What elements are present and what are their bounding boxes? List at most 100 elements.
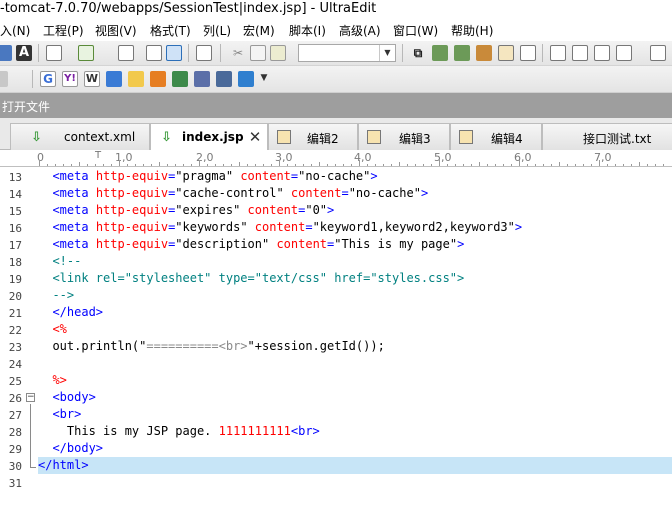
windows-icon[interactable]: [238, 71, 254, 87]
font-icon[interactable]: [0, 45, 12, 61]
replace-files-icon[interactable]: [520, 45, 536, 61]
list-icon[interactable]: [78, 45, 94, 61]
ruler-tick: [359, 160, 360, 166]
line-number: 14: [8, 188, 22, 201]
menu-column[interactable]: 列(L): [203, 22, 231, 39]
line-number: 31: [8, 477, 22, 490]
menu-project[interactable]: 工程(P): [43, 22, 84, 39]
line-number: 26: [8, 392, 22, 405]
ruler-tick: [311, 164, 312, 166]
align-right-icon[interactable]: [594, 45, 610, 61]
line-number: 13: [8, 171, 22, 184]
justify-icon[interactable]: [616, 45, 632, 61]
ruler-tick: [575, 164, 576, 166]
code-line: This is my JSP page. 1111111111<br>: [38, 424, 320, 438]
replace-icon[interactable]: [476, 45, 492, 61]
ruler-tick: [271, 164, 272, 166]
align-left-icon[interactable]: [550, 45, 566, 61]
menu-help[interactable]: 帮助(H): [451, 22, 493, 39]
ruler-tick: [615, 164, 616, 166]
ruler-tick: [55, 164, 56, 166]
ruler-tick: [191, 164, 192, 166]
css-icon[interactable]: [172, 71, 188, 87]
html-icon[interactable]: [150, 71, 166, 87]
fold-guide: [30, 404, 31, 468]
tab-label: 编辑2: [307, 132, 339, 146]
line-number: 30: [8, 460, 22, 473]
menu-script[interactable]: 脚本(I): [289, 22, 326, 39]
indent-icon[interactable]: [650, 45, 666, 61]
lines-icon[interactable]: [146, 45, 162, 61]
line-number: 25: [8, 375, 22, 388]
code-line: </body>: [38, 441, 104, 455]
line-number: 18: [8, 256, 22, 269]
help-icon[interactable]: [128, 71, 144, 87]
line-number: 15: [8, 205, 22, 218]
align-center-icon[interactable]: [572, 45, 588, 61]
window-title: -tomcat-7.0.70/webapps/SessionTest|index…: [0, 1, 377, 16]
ruler-tick: [471, 164, 472, 166]
ruler-tick: [199, 160, 200, 166]
menu-bar: 入(N) 工程(P) 视图(V) 格式(T) 列(L) 宏(M) 脚本(I) 高…: [0, 20, 672, 41]
search-combo[interactable]: ▼: [298, 44, 396, 62]
tab-api-test-txt[interactable]: 接口测试.txt: [542, 123, 672, 150]
wikipedia-icon[interactable]: W: [84, 71, 100, 87]
binoculars-icon[interactable]: ⧉: [410, 45, 426, 61]
document-icon[interactable]: [46, 45, 62, 61]
ruler-tick: [95, 164, 96, 166]
close-icon[interactable]: ✕: [247, 129, 263, 145]
menu-insert[interactable]: 入(N): [0, 22, 30, 39]
code-line: out.println("==========<br>"+session.get…: [38, 339, 385, 353]
line-number: 29: [8, 443, 22, 456]
javascript-icon[interactable]: [216, 71, 232, 87]
copy-icon[interactable]: [250, 45, 266, 61]
ruler-tick: [431, 164, 432, 166]
tab-context-xml[interactable]: ⇩ context.xml: [10, 123, 150, 150]
tab-edit4[interactable]: 编辑4: [450, 123, 542, 150]
tab-edit3[interactable]: 编辑3: [358, 123, 450, 150]
fold-collapse-icon[interactable]: −: [26, 393, 35, 402]
yahoo-icon[interactable]: Y!: [62, 71, 78, 87]
tab-edit2[interactable]: 编辑2: [268, 123, 358, 150]
open-files-bar: 打开文件: [0, 93, 672, 118]
cut-icon[interactable]: ✂: [230, 45, 246, 61]
google-icon[interactable]: G: [40, 71, 56, 87]
code-editor[interactable]: <meta http-equiv="pragma" content="no-ca…: [38, 168, 672, 529]
find-next-icon[interactable]: [454, 45, 470, 61]
menu-view[interactable]: 视图(V): [95, 22, 137, 39]
ruler-tick: [71, 164, 72, 166]
find-files-icon[interactable]: [498, 45, 514, 61]
php-icon[interactable]: [194, 71, 210, 87]
ruler-tick: [375, 164, 376, 166]
menu-advanced[interactable]: 高级(A): [339, 22, 381, 39]
ruler-tick: [111, 164, 112, 166]
find-prev-icon[interactable]: [432, 45, 448, 61]
ruler-tick: [655, 164, 656, 166]
chevron-down-icon[interactable]: ▼: [258, 73, 270, 87]
ruler-tick: [487, 164, 488, 166]
ruler-tick: [647, 164, 648, 166]
ruler-tick: [463, 164, 464, 166]
arrow-down-icon: ⇩: [161, 130, 172, 145]
column-icon[interactable]: [196, 45, 212, 61]
ruler-tick: [103, 164, 104, 166]
ruler-tick: [127, 164, 128, 166]
ruler-tick: [207, 164, 208, 166]
menu-macro[interactable]: 宏(M): [243, 22, 275, 39]
wrap-icon[interactable]: [166, 45, 182, 61]
code-line: -->: [38, 288, 75, 302]
text-a-icon[interactable]: A: [16, 45, 32, 61]
main-toolbar: A ✂ ▼ ⧉: [0, 41, 672, 66]
tab-index-jsp[interactable]: ⇩ index.jsp ✕: [150, 123, 268, 151]
check-doc-icon[interactable]: [118, 45, 134, 61]
msdn-icon[interactable]: [106, 71, 122, 87]
ruler-tick: [415, 164, 416, 166]
menu-format[interactable]: 格式(T): [150, 22, 191, 39]
ruler-tick: [151, 164, 152, 166]
edit-icon: [277, 130, 291, 144]
chevron-down-icon[interactable]: ▼: [379, 45, 395, 61]
code-line: <br>: [38, 407, 82, 421]
ruler-tick: [519, 160, 520, 166]
paste-icon[interactable]: [270, 45, 286, 61]
menu-window[interactable]: 窗口(W): [393, 22, 438, 39]
